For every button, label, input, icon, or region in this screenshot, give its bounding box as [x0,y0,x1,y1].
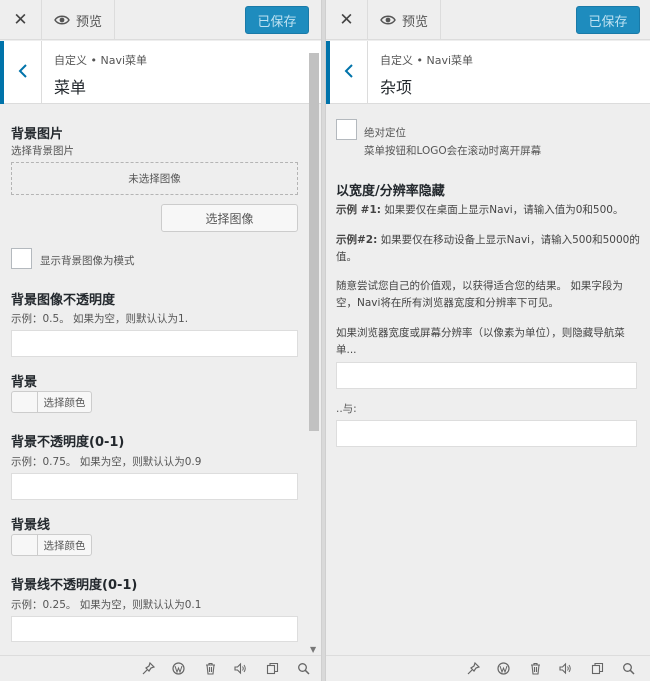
page-title: 菜单 [54,78,87,97]
section-header: 自定义 • Navi菜单 菜单 [0,41,321,104]
example-1-body: 如果要仅在桌面上显示Navi，请输入值为0和500。 [380,204,624,216]
left-customizer-panel: ✕ 预览 已保存 自定义 • Navi菜单 菜单 ▼ 背景图片 选择背景图片 未… [0,0,322,681]
back-button[interactable] [326,41,368,104]
hide-by-width-title: 以宽度/分辨率隐藏 [336,184,445,199]
top-bar: ✕ 预览 已保存 [326,0,650,40]
bg-image-title: 背景图片 [11,127,64,142]
chevron-left-icon [18,63,28,82]
close-button[interactable]: ✕ [326,0,368,40]
background-color-swatch [12,392,38,412]
search-icon[interactable] [297,662,310,675]
footer-toolbar [0,655,321,681]
saved-button[interactable]: 已保存 [576,6,640,34]
preview-button[interactable]: 预览 [368,0,442,40]
example-2-body: 如果要仅在移动设备上显示Navi，请输入500和5000的值。 [336,234,640,263]
hide-width-to-input[interactable] [336,420,637,447]
no-image-placeholder: 未选择图像 [11,162,298,195]
chevron-left-icon [344,63,354,82]
eye-icon [54,14,70,26]
bg-opacity-input[interactable] [11,473,298,500]
section-header: 自定义 • Navi菜单 杂项 [326,41,650,104]
page-title: 杂项 [380,78,413,97]
bg-image-subtitle: 选择背景图片 [11,145,74,157]
bg-line-color-button[interactable]: 选择颜色 [11,534,92,556]
bg-line-opacity-input[interactable] [11,616,298,642]
example-1-label: 示例 #1: [336,204,381,216]
search-icon[interactable] [622,662,635,675]
breadcrumb: 自定义 • Navi菜单 [54,54,148,67]
bg-image-opacity-input[interactable] [11,330,298,357]
bg-image-opacity-hint: 示例：0.5。 如果为空，则默认认为1. [11,313,189,325]
background-color-button[interactable]: 选择颜色 [11,391,92,413]
hide-field-label: 如果浏览器宽度或屏幕分辨率（以像素为单位），则隐藏导航菜单... [336,327,625,356]
bg-line-title: 背景线 [11,518,51,533]
bg-opacity-title: 背景不透明度(0-1) [11,435,125,450]
scroll-down-arrow-icon[interactable]: ▼ [310,645,316,654]
bg-line-color-swatch [12,535,38,555]
absolute-position-label: 绝对定位 [364,127,406,139]
bg-line-color-label: 选择颜色 [43,539,86,552]
bg-image-opacity-title: 背景图像不透明度 [11,293,116,308]
footer-toolbar [326,655,650,681]
close-button[interactable]: ✕ [0,0,42,40]
eye-icon [380,14,396,26]
breadcrumb: 自定义 • Navi菜单 [380,54,474,67]
saved-button[interactable]: 已保存 [245,6,309,34]
trash-icon[interactable] [529,662,542,675]
preview-button[interactable]: 预览 [42,0,116,40]
note-text: 随意尝试您自己的价值观，以获得适合您的结果。 如果字段为空，Navi将在所有浏览… [336,280,623,309]
pin-icon[interactable] [467,662,480,675]
wordpress-icon[interactable] [497,662,510,675]
right-customizer-panel: ✕ 预览 已保存 自定义 • Navi菜单 杂项 绝对定位 菜单按钮和LOGO会… [325,0,650,681]
duplicate-icon[interactable] [266,662,279,675]
pattern-label: 显示背景图像为模式 [40,255,135,267]
duplicate-icon[interactable] [591,662,604,675]
close-icon: ✕ [339,10,354,30]
pattern-checkbox[interactable] [11,248,32,269]
scrollbar[interactable]: ▼ [309,41,319,654]
example-2-text: 示例#2: 如果要仅在移动设备上显示Navi，请输入500和5000的值。 [336,232,641,266]
example-1-text: 示例 #1: 如果要仅在桌面上显示Navi，请输入值为0和500。 [336,202,636,219]
preview-label: 预览 [76,14,103,30]
sound-icon[interactable] [559,662,572,675]
background-color-label: 选择颜色 [43,396,86,409]
bg-opacity-hint: 示例：0.75。 如果为空，则默认认为0.9 [11,456,202,468]
hide-width-from-input[interactable] [336,362,637,389]
trash-icon[interactable] [204,662,217,675]
wordpress-icon[interactable] [172,662,185,675]
pin-icon[interactable] [142,662,155,675]
back-button[interactable] [0,41,42,104]
preview-label: 预览 [402,14,429,30]
no-image-text: 未选择图像 [128,173,181,185]
top-bar: ✕ 预览 已保存 [0,0,321,40]
and-label: ..与: [336,403,357,415]
absolute-position-desc: 菜单按钮和LOGO会在滚动时离开屏幕 [364,145,542,157]
scroll-thumb[interactable] [309,53,319,431]
close-icon: ✕ [13,10,28,30]
bg-line-opacity-hint: 示例：0.25。 如果为空，则默认认为0.1 [11,599,202,611]
background-title: 背景 [11,375,38,390]
example-2-label: 示例#2: [336,234,378,246]
sound-icon[interactable] [234,662,247,675]
absolute-position-checkbox[interactable] [336,119,357,140]
select-image-button[interactable]: 选择图像 [161,204,298,232]
bg-line-opacity-title: 背景线不透明度(0-1) [11,578,138,593]
